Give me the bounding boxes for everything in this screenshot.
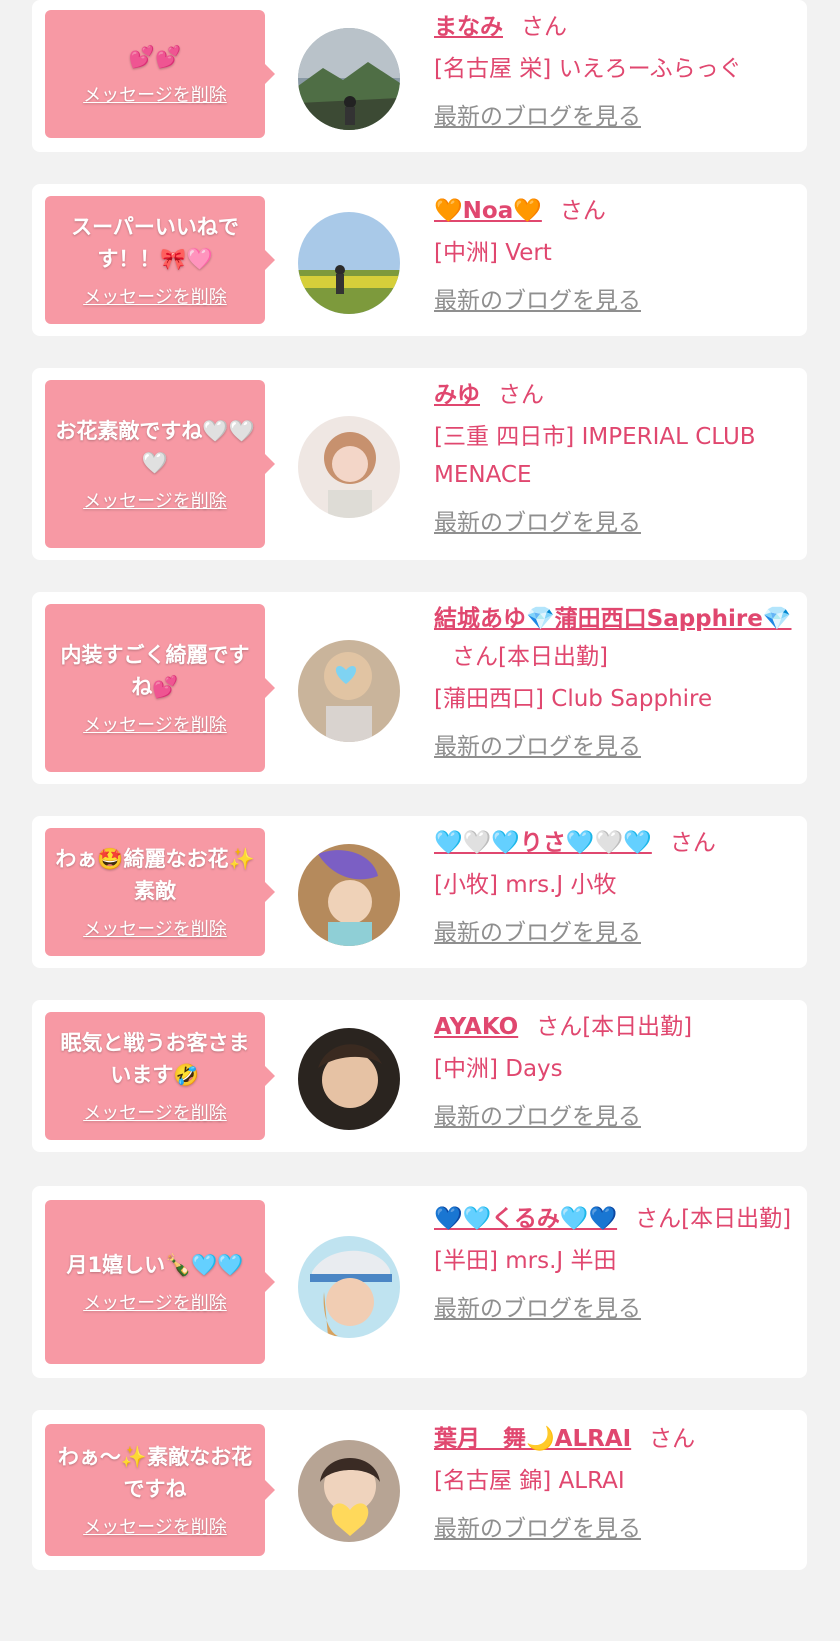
message-text: わぁ🤩綺麗なお花✨素敵 — [55, 847, 255, 903]
member-info: まなみ さん [名古屋 栄] いえろーふらっぐ 最新のブログを見る — [434, 8, 795, 136]
name-suffix: さん[本日出勤] — [452, 644, 608, 670]
member-info: 葉月 舞🌙ALRAI さん [名古屋 錦] ALRAI 最新のブログを見る — [434, 1420, 795, 1548]
message-text: 眠気と戦うお客さまいます🤣 — [60, 1031, 250, 1087]
avatar[interactable] — [298, 1236, 400, 1338]
member-name-link[interactable]: みゆ — [434, 382, 480, 408]
message-bubble: 内装すごく綺麗ですね💕 メッセージを削除 — [45, 604, 275, 772]
message-bubble: お花素敵ですね🤍🤍🤍 メッセージを削除 — [45, 380, 275, 548]
avatar[interactable] — [298, 1028, 400, 1130]
member-name-link[interactable]: 結城あゆ💎蒲田西口Sapphire💎 — [434, 606, 792, 632]
latest-blog-link[interactable]: 最新のブログを見る — [434, 1510, 641, 1548]
member-info: 💙🩵くるみ🩵💙 さん[本日出勤] [半田] mrs.J 半田 最新のブログを見る — [434, 1200, 795, 1328]
name-suffix: さん — [649, 1426, 696, 1452]
member-name-link[interactable]: まなみ — [434, 14, 503, 40]
delete-message-link[interactable]: メッセージを削除 — [83, 1513, 227, 1539]
latest-blog-link[interactable]: 最新のブログを見る — [434, 98, 641, 136]
avatar[interactable] — [298, 212, 400, 314]
message-bubble: わぁ〜✨素敵なお花ですね メッセージを削除 — [45, 1424, 275, 1556]
name-suffix: さん[本日出勤] — [536, 1014, 693, 1040]
shop-label: [小牧] mrs.J 小牧 — [434, 872, 617, 898]
name-suffix: さん[本日出勤] — [635, 1206, 792, 1232]
member-info: 結城あゆ💎蒲田西口Sapphire💎 さん[本日出勤] [蒲田西口] Club S… — [434, 600, 795, 766]
member-name-link[interactable]: 🧡Noa🧡 — [434, 198, 542, 224]
list-item: 月1嬉しい🍾🩵🩵 メッセージを削除 💙🩵くるみ🩵💙 さん[本日出勤] [半田] m… — [32, 1186, 807, 1378]
message-bubble: 眠気と戦うお客さまいます🤣 メッセージを削除 — [45, 1012, 275, 1140]
latest-blog-link[interactable]: 最新のブログを見る — [434, 282, 641, 320]
latest-blog-link[interactable]: 最新のブログを見る — [434, 1098, 641, 1136]
shop-label: [中洲] Vert — [434, 240, 552, 266]
shop-label: [名古屋 栄] いえろーふらっぐ — [434, 56, 742, 82]
member-name-link[interactable]: 🩵🤍🩵りさ🩵🤍🩵 — [434, 830, 652, 856]
avatar[interactable] — [298, 844, 400, 946]
list-item: お花素敵ですね🤍🤍🤍 メッセージを削除 みゆ さん [三重 四日市] IMPERI… — [32, 368, 807, 560]
message-text: 💕💕 — [128, 45, 182, 69]
shop-label: [蒲田西口] Club Sapphire — [434, 686, 713, 712]
shop-label: [名古屋 錦] ALRAI — [434, 1468, 625, 1494]
message-bubble: 月1嬉しい🍾🩵🩵 メッセージを削除 — [45, 1200, 275, 1364]
latest-blog-link[interactable]: 最新のブログを見る — [434, 1290, 641, 1328]
message-text: お花素敵ですね🤍🤍🤍 — [55, 419, 255, 475]
member-info: AYAKO さん[本日出勤] [中洲] Days 最新のブログを見る — [434, 1008, 795, 1136]
list-item: 💕💕 メッセージを削除 まなみ さん [名古屋 栄] いえろーふらっぐ 最新のブロ… — [32, 0, 807, 152]
delete-message-link[interactable]: メッセージを削除 — [83, 915, 227, 941]
message-text: わぁ〜✨素敵なお花ですね — [57, 1445, 253, 1501]
name-suffix: さん — [559, 198, 606, 224]
message-bubble: スーパーいいねです！！🎀🩷 メッセージを削除 — [45, 196, 275, 324]
shop-label: [三重 四日市] IMPERIAL CLUB MENACE — [434, 424, 756, 488]
delete-message-link[interactable]: メッセージを削除 — [83, 1289, 227, 1315]
member-name-link[interactable]: AYAKO — [434, 1014, 518, 1040]
delete-message-link[interactable]: メッセージを削除 — [83, 283, 227, 309]
list-item: スーパーいいねです！！🎀🩷 メッセージを削除 🧡Noa🧡 さん [中洲] Vert… — [32, 184, 807, 336]
list-item: わぁ〜✨素敵なお花ですね メッセージを削除 葉月 舞🌙ALRAI さん [名古屋 … — [32, 1410, 807, 1570]
avatar[interactable] — [298, 28, 400, 130]
name-suffix: さん — [521, 14, 567, 40]
avatar[interactable] — [298, 416, 400, 518]
avatar[interactable] — [298, 640, 400, 742]
latest-blog-link[interactable]: 最新のブログを見る — [434, 728, 641, 766]
delete-message-link[interactable]: メッセージを削除 — [83, 711, 227, 737]
member-name-link[interactable]: 葉月 舞🌙ALRAI — [434, 1426, 631, 1452]
shop-label: [半田] mrs.J 半田 — [434, 1248, 617, 1274]
member-info: 🩵🤍🩵りさ🩵🤍🩵 さん [小牧] mrs.J 小牧 最新のブログを見る — [434, 824, 795, 952]
latest-blog-link[interactable]: 最新のブログを見る — [434, 504, 641, 542]
shop-label: [中洲] Days — [434, 1056, 563, 1082]
list-item: 内装すごく綺麗ですね💕 メッセージを削除 結城あゆ💎蒲田西口Sapphire💎 さ… — [32, 592, 807, 784]
message-text: スーパーいいねです！！🎀🩷 — [71, 215, 239, 271]
avatar[interactable] — [298, 1440, 400, 1542]
message-list: 💕💕 メッセージを削除 まなみ さん [名古屋 栄] いえろーふらっぐ 最新のブロ… — [0, 0, 840, 1641]
member-name-link[interactable]: 💙🩵くるみ🩵💙 — [434, 1206, 617, 1232]
member-info: みゆ さん [三重 四日市] IMPERIAL CLUB MENACE 最新のブロ… — [434, 376, 795, 542]
member-info: 🧡Noa🧡 さん [中洲] Vert 最新のブログを見る — [434, 192, 795, 320]
message-bubble: わぁ🤩綺麗なお花✨素敵 メッセージを削除 — [45, 828, 275, 956]
name-suffix: さん — [498, 382, 544, 408]
list-item: 眠気と戦うお客さまいます🤣 メッセージを削除 AYAKO さん[本日出勤] [中洲… — [32, 1000, 807, 1152]
message-text: 内装すごく綺麗ですね💕 — [60, 643, 250, 699]
latest-blog-link[interactable]: 最新のブログを見る — [434, 914, 641, 952]
message-bubble: 💕💕 メッセージを削除 — [45, 10, 275, 138]
delete-message-link[interactable]: メッセージを削除 — [83, 487, 227, 513]
delete-message-link[interactable]: メッセージを削除 — [83, 1099, 227, 1125]
list-item: わぁ🤩綺麗なお花✨素敵 メッセージを削除 🩵🤍🩵りさ🩵🤍🩵 さん [小牧] mrs… — [32, 816, 807, 968]
delete-message-link[interactable]: メッセージを削除 — [83, 81, 227, 107]
name-suffix: さん — [669, 830, 716, 856]
message-text: 月1嬉しい🍾🩵🩵 — [66, 1253, 244, 1277]
